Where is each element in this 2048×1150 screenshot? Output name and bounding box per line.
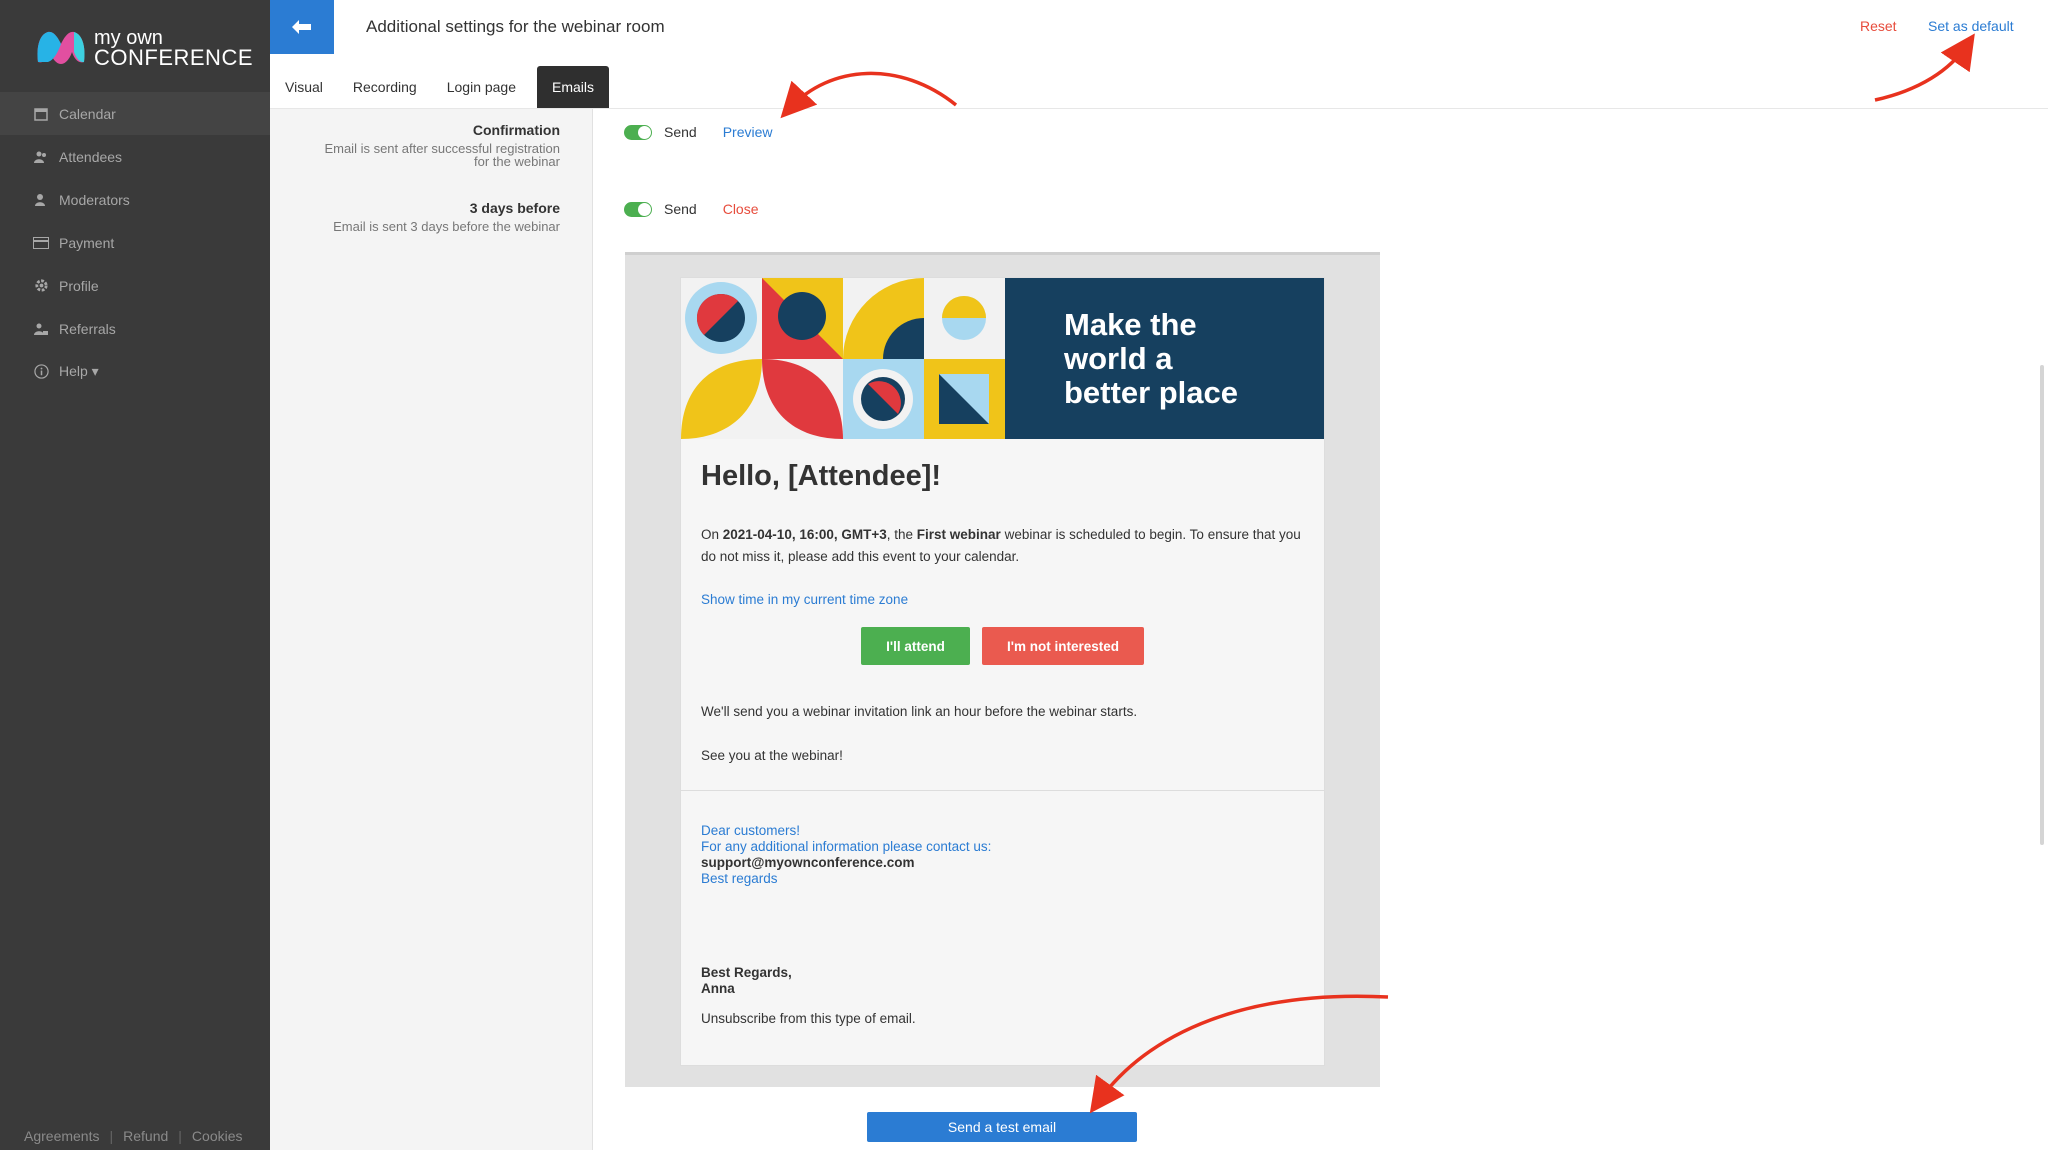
sidebar-item-moderators[interactable]: Moderators: [0, 178, 270, 221]
sidebar-item-label: Attendees: [59, 148, 123, 165]
three-days-send-toggle[interactable]: [624, 201, 652, 217]
cookies-link[interactable]: Cookies: [192, 1128, 243, 1144]
sidebar-item-referrals[interactable]: Referrals: [0, 307, 270, 350]
logo[interactable]: my own CONFERENCE: [34, 28, 254, 70]
webinar-name: First webinar: [916, 527, 1001, 542]
email-preview-card: Make the world a better place Hello, [At…: [680, 277, 1325, 1066]
banner-line-1: Make the: [1064, 307, 1197, 342]
time-zone-link[interactable]: Show time in my current time zone: [701, 592, 908, 607]
email-intro-paragraph: On 2021-04-10, 16:00, GMT+3, the First w…: [701, 524, 1301, 568]
set-as-default-link[interactable]: Set as default: [1928, 18, 2014, 34]
email-item-description: for the webinar: [474, 154, 560, 169]
footer-separator: |: [109, 1128, 114, 1144]
sidebar-item-label: Moderators: [59, 191, 130, 208]
sidebar-item-label: Referrals: [59, 320, 116, 337]
sidebar-footer: Agreements | Refund | Cookies: [24, 1128, 243, 1144]
banner-headline: Make the world a better place: [1064, 308, 1238, 410]
contact-info-text: For any additional information please co…: [701, 839, 992, 854]
attendees-icon: [33, 149, 49, 165]
settings-tabs: Visual Recording Login page Emails: [270, 66, 610, 108]
tab-login-page[interactable]: Login page: [432, 66, 531, 108]
send-label: Send: [664, 201, 697, 217]
arrow-left-icon: [292, 20, 311, 34]
unsubscribe-text[interactable]: Unsubscribe from this type of email.: [701, 1011, 916, 1026]
para-text: On: [701, 527, 723, 542]
confirmation-send-toggle[interactable]: [624, 124, 652, 140]
info-icon: [33, 364, 49, 380]
agreements-link[interactable]: Agreements: [24, 1128, 99, 1144]
email-item-3-days-before[interactable]: 3 days before Email is sent 3 days befor…: [333, 200, 560, 233]
sidebar-item-calendar[interactable]: Calendar: [0, 92, 270, 135]
calendar-icon: [33, 106, 49, 122]
email-item-title: Confirmation: [472, 122, 560, 138]
sidebar-item-label: Help ▾: [59, 363, 99, 379]
tab-visual[interactable]: Visual: [270, 66, 338, 108]
contact-email: support@myownconference.com: [701, 855, 915, 870]
close-link[interactable]: Close: [723, 201, 759, 217]
footer-separator: |: [178, 1128, 182, 1144]
confirmation-send-row: Send Preview: [624, 124, 773, 140]
signature-regards: Best Regards,: [701, 965, 792, 980]
invitation-note: We'll send you a webinar invitation link…: [701, 704, 1138, 719]
credit-card-icon: [33, 235, 49, 251]
email-item-confirmation[interactable]: Confirmation Email is sent after success…: [324, 122, 560, 168]
not-interested-button[interactable]: I'm not interested: [982, 627, 1144, 665]
reset-link[interactable]: Reset: [1860, 18, 1897, 34]
send-label: Send: [664, 124, 697, 140]
moderators-icon: [33, 192, 49, 208]
page-title: Additional settings for the webinar room: [366, 17, 665, 36]
gear-icon: [33, 278, 49, 294]
email-banner: Make the world a better place: [681, 278, 1324, 439]
signature-name: Anna: [701, 981, 735, 996]
email-divider: [681, 790, 1324, 791]
preview-link[interactable]: Preview: [723, 124, 773, 140]
sidebar-nav: Calendar Attendees Moderators Payment Pr…: [0, 92, 270, 393]
see-you-note: See you at the webinar!: [701, 748, 843, 763]
contact-regards: Best regards: [701, 871, 778, 886]
logo-text: my own CONFERENCE: [94, 28, 254, 70]
attend-button[interactable]: I'll attend: [861, 627, 970, 665]
sidebar: my own CONFERENCE Calendar Attendees Mod…: [0, 0, 270, 1150]
banner-line-3: better place: [1064, 375, 1239, 410]
sidebar-item-label: Profile: [59, 277, 99, 294]
back-button[interactable]: [270, 0, 334, 54]
para-text: , the: [886, 527, 917, 542]
sidebar-item-profile[interactable]: Profile: [0, 264, 270, 307]
refund-link[interactable]: Refund: [123, 1128, 168, 1144]
page-scrollbar[interactable]: [2040, 365, 2044, 845]
tab-recording[interactable]: Recording: [338, 66, 432, 108]
banner-line-2: world a: [1064, 341, 1173, 376]
contact-block: Dear customers! For any additional infor…: [701, 823, 991, 887]
sidebar-item-help[interactable]: Help ▾: [0, 350, 270, 393]
email-item-title: 3 days before: [469, 200, 560, 216]
send-test-email-button[interactable]: Send a test email: [867, 1112, 1137, 1142]
email-item-description: Email is sent 3 days before the webinar: [333, 219, 560, 234]
logo-line-2: CONFERENCE: [94, 45, 254, 70]
webinar-date: 2021-04-10, 16:00, GMT+3: [722, 527, 887, 542]
arrow-to-preview: [780, 71, 958, 119]
tab-emails[interactable]: Emails: [537, 66, 610, 108]
signature-block: Best Regards, Anna: [701, 965, 792, 997]
three-days-send-row: Send Close: [624, 201, 759, 217]
arrow-to-set-default: [1874, 33, 1975, 102]
email-greeting: Hello, [Attendee]!: [701, 460, 942, 492]
sidebar-item-attendees[interactable]: Attendees: [0, 135, 270, 178]
email-list-panel: Confirmation Email is sent after success…: [270, 109, 593, 1150]
referrals-icon: [33, 321, 49, 337]
sidebar-item-label: Payment: [59, 234, 115, 251]
sidebar-item-payment[interactable]: Payment: [0, 221, 270, 264]
sidebar-item-label: Calendar: [59, 105, 116, 122]
contact-greeting: Dear customers!: [701, 823, 801, 838]
logo-mark-icon: [37, 31, 85, 64]
